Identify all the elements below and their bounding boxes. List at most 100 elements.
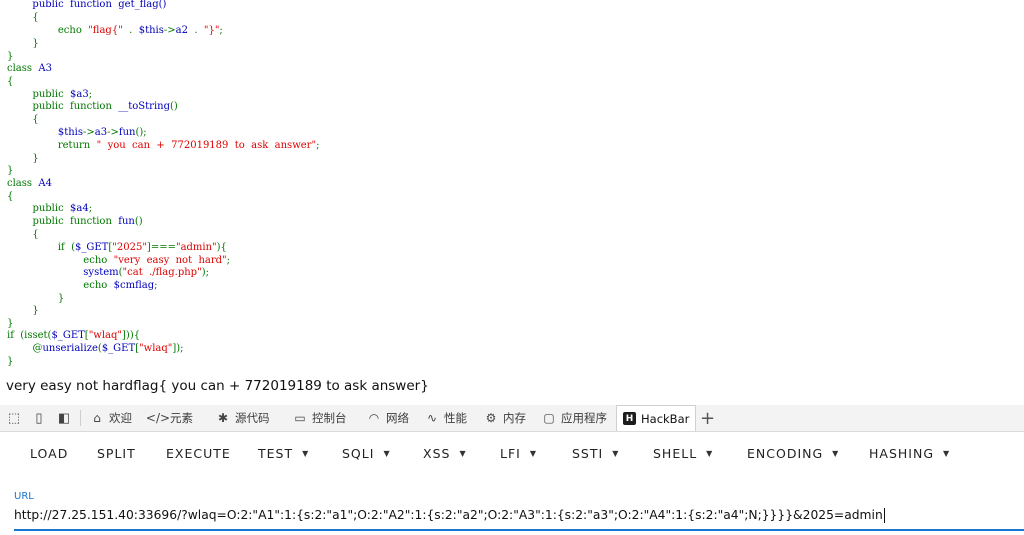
code-icon: </> xyxy=(145,411,171,425)
toolbar-divider xyxy=(80,410,81,426)
text-cursor xyxy=(883,508,885,523)
tab-label: 欢迎 xyxy=(109,411,132,425)
tab-welcome[interactable]: ⌂ 欢迎 xyxy=(90,405,132,431)
code-token: } xyxy=(7,153,39,164)
code-token: " you can + 772019189 to ask answer" xyxy=(96,140,317,151)
more-tools-icon[interactable]: + xyxy=(700,408,715,429)
code-token: . xyxy=(129,25,139,36)
code-token: } xyxy=(7,305,39,316)
code-line: } xyxy=(7,304,39,317)
code-token: ); xyxy=(201,267,209,278)
inspect-element-icon[interactable]: ⬚ xyxy=(5,409,23,427)
test-menu[interactable]: TEST ▼ xyxy=(258,432,309,474)
execute-button[interactable]: EXECUTE xyxy=(166,432,231,474)
code-token: ])){ xyxy=(122,330,141,341)
devtools-tab-bar: ⬚ ▯ ◧ ⌂ 欢迎 </> 元素 ✱ 源代码 ▭ 控制台 ◠ 网络 ∿ 性能 ⚙ 内存 ▢ 应用程序 H Hac… xyxy=(0,405,1024,432)
tab-label: HackBar xyxy=(641,411,690,426)
code-token: public function xyxy=(32,216,119,227)
devtools-panel: ⬚ ▯ ◧ ⌂ 欢迎 </> 元素 ✱ 源代码 ▭ 控制台 ◠ 网络 ∿ 性能 ⚙ 内存 ▢ 应用程序 H Hac… xyxy=(0,405,1024,535)
button-label: ENCODING xyxy=(747,445,824,461)
code-token: . xyxy=(194,25,204,36)
code-token: } xyxy=(7,165,14,176)
caret-down-icon: ▼ xyxy=(459,448,467,458)
ssti-menu[interactable]: SSTI ▼ xyxy=(572,432,619,474)
hackbar-logo-icon: H xyxy=(623,412,636,425)
code-token: $this xyxy=(57,127,84,138)
code-line: { xyxy=(7,11,38,24)
code-token: A4 xyxy=(38,178,52,189)
code-line: class A3 xyxy=(7,62,52,75)
code-token: "admin" xyxy=(175,242,217,253)
code-line: public $a4; xyxy=(7,202,92,215)
code-token: a2 xyxy=(175,25,195,36)
button-label: LFI xyxy=(500,445,521,461)
tab-hackbar[interactable]: H HackBar xyxy=(616,405,697,431)
code-line: { xyxy=(7,75,13,88)
button-label: SHELL xyxy=(653,445,698,461)
sqli-menu[interactable]: SQLI ▼ xyxy=(342,432,391,474)
code-line: } xyxy=(7,37,38,50)
split-button[interactable]: SPLIT xyxy=(97,432,136,474)
code-token: ){ xyxy=(216,242,227,253)
code-token: system xyxy=(83,267,119,278)
code-token: } xyxy=(7,318,14,329)
code-token: echo xyxy=(57,25,89,36)
code-token: public xyxy=(32,89,71,100)
code-line: { xyxy=(7,113,38,126)
tab-console[interactable]: ▭ 控制台 xyxy=(293,405,346,431)
code-token: } xyxy=(7,356,14,367)
code-token: fun xyxy=(118,127,136,138)
code-token: -> xyxy=(107,127,119,138)
code-token: public xyxy=(32,203,71,214)
caret-down-icon: ▼ xyxy=(302,448,310,458)
code-token: echo xyxy=(83,255,114,266)
tab-network[interactable]: ◠ 网络 xyxy=(367,405,409,431)
code-token: @ xyxy=(32,343,43,354)
tab-label: 应用程序 xyxy=(561,411,607,425)
code-line: $this->a3->fun(); xyxy=(7,126,147,139)
tab-performance[interactable]: ∿ 性能 xyxy=(425,405,467,431)
code-token: public function xyxy=(32,101,119,112)
code-line: if ($_GET["2025"]==="admin"){ xyxy=(7,241,227,254)
code-token: $cmflag xyxy=(113,280,155,291)
code-token: -> xyxy=(83,127,95,138)
code-token: { xyxy=(7,76,14,87)
code-token: $_GET xyxy=(101,343,136,354)
code-line: public function fun() xyxy=(7,215,142,228)
code-token: A3 xyxy=(38,63,52,74)
code-token: } xyxy=(7,293,65,304)
xss-menu[interactable]: XSS ▼ xyxy=(423,432,467,474)
code-line: } xyxy=(7,164,13,177)
lfi-menu[interactable]: LFI ▼ xyxy=(500,432,537,474)
encoding-menu[interactable]: ENCODING ▼ xyxy=(747,432,839,474)
tab-sources[interactable]: ✱ 源代码 xyxy=(216,405,270,431)
hackbar-toolbar: LOAD SPLIT EXECUTE TEST ▼ SQLI ▼ XSS ▼ LFI ▼ SSTI ▼ S… xyxy=(0,432,1024,474)
code-token: "cat ./flag.php" xyxy=(122,267,202,278)
device-emulation-icon[interactable]: ▯ xyxy=(30,409,48,427)
tab-memory[interactable]: ⚙ 内存 xyxy=(484,405,526,431)
url-input[interactable]: http://27.25.151.40:33696/?wlaq=O:2:"A1"… xyxy=(14,505,1020,527)
dock-side-icon[interactable]: ◧ xyxy=(55,409,73,427)
code-token: echo xyxy=(83,280,114,291)
load-button[interactable]: LOAD xyxy=(30,432,68,474)
hashing-menu[interactable]: HASHING ▼ xyxy=(869,432,950,474)
code-token: $_GET xyxy=(51,330,85,341)
tab-application[interactable]: ▢ 应用程序 xyxy=(542,405,607,431)
code-token: a3 xyxy=(94,127,108,138)
code-token: ; xyxy=(219,25,223,36)
shell-menu[interactable]: SHELL ▼ xyxy=(653,432,713,474)
code-token: public function get_flag() xyxy=(7,0,167,10)
tab-elements[interactable]: </> 元素 xyxy=(145,405,193,431)
button-label: XSS xyxy=(423,445,451,461)
button-label: SSTI xyxy=(572,445,604,461)
code-line: class A4 xyxy=(7,177,52,190)
code-token: "very easy not hard" xyxy=(113,255,227,266)
memory-icon: ⚙ xyxy=(485,411,497,425)
